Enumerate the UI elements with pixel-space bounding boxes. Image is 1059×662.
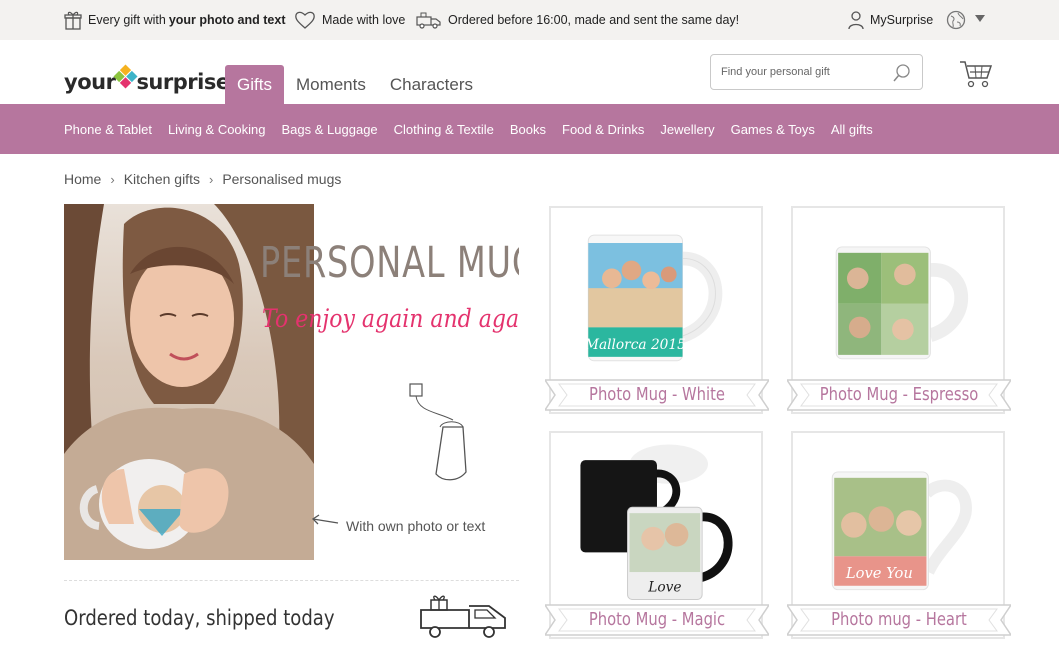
- mug-print-text: Love: [647, 580, 681, 596]
- product-ribbon: Photo Mug - White: [545, 378, 769, 412]
- user-icon: [848, 11, 864, 30]
- product-image: Love: [580, 444, 733, 600]
- usp-photo-text: Every gift with your photo and text: [64, 0, 285, 40]
- divider: [64, 580, 519, 581]
- mug-print-text: Love You: [845, 565, 913, 582]
- product-name: Photo Mug - White: [589, 384, 725, 405]
- category-nav: Phone & Tablet Living & Cooking Bags & L…: [0, 104, 1059, 154]
- category-books[interactable]: Books: [510, 122, 546, 137]
- category-living-cooking[interactable]: Living & Cooking: [168, 122, 266, 137]
- product-image: Mallorca 2015: [584, 234, 723, 362]
- shipped-today-text: Ordered today, shipped today: [64, 606, 335, 630]
- delivery-truck-icon: [416, 12, 441, 29]
- breadcrumb-current: Personalised mugs: [222, 171, 342, 187]
- usp-ordered: Ordered before 16:00, made and sent the …: [416, 0, 739, 40]
- hero-title: PERSONAL MUG: [260, 238, 519, 288]
- mug-print-text: Mallorca 2015: [584, 337, 686, 353]
- product-name: Photo Mug - Espresso: [819, 384, 979, 405]
- usp-made-with-love: Made with love: [294, 0, 405, 40]
- account-label: MySurprise: [870, 13, 934, 27]
- logo-text-your: your: [64, 70, 116, 94]
- usp-bar: Every gift with your photo and text Made …: [0, 0, 1059, 40]
- search-input[interactable]: [721, 63, 881, 81]
- tab-characters[interactable]: Characters: [378, 65, 485, 104]
- breadcrumb-home[interactable]: Home: [64, 171, 101, 187]
- arrow-left-icon: [311, 514, 339, 525]
- product-ribbon: Photo Mug - Magic: [545, 603, 769, 637]
- chevron-down-icon[interactable]: [975, 15, 985, 22]
- logo-mark: [113, 63, 138, 89]
- product-image: Love You: [831, 471, 972, 591]
- breadcrumb: Home › Kitchen gifts › Personalised mugs: [64, 171, 341, 187]
- breadcrumb-kitchen-gifts[interactable]: Kitchen gifts: [124, 171, 200, 187]
- product-ribbon: Photo Mug - Espresso: [787, 378, 1011, 412]
- category-phone-tablet[interactable]: Phone & Tablet: [64, 122, 152, 137]
- tab-moments[interactable]: Moments: [284, 65, 378, 104]
- hero-banner[interactable]: PERSONAL MUG To enjoy again and again Wi…: [64, 204, 519, 560]
- product-card-photo-mug-espresso[interactable]: Photo Mug - Espresso: [787, 206, 1011, 414]
- product-name: Photo Mug - Magic: [588, 609, 726, 630]
- search-box: [710, 54, 923, 90]
- usp-gift-prefix: Every gift with: [88, 13, 166, 27]
- usp-ordered-text: Ordered before 16:00, made and sent the …: [448, 13, 740, 27]
- category-games-toys[interactable]: Games & Toys: [731, 122, 815, 137]
- account-link[interactable]: MySurprise: [848, 0, 933, 40]
- teabag-doodle-icon: [409, 383, 467, 481]
- heart-icon: [295, 11, 315, 29]
- usp-gift-bold: your photo and text: [168, 13, 286, 27]
- gift-truck-icon: [420, 595, 506, 638]
- product-card-photo-mug-heart[interactable]: Love You Photo mug - Heart: [787, 431, 1011, 639]
- category-all-gifts[interactable]: All gifts: [831, 122, 873, 137]
- globe-icon[interactable]: [946, 10, 966, 30]
- product-ribbon: Photo mug - Heart: [787, 603, 1011, 637]
- tab-gifts[interactable]: Gifts: [225, 65, 284, 104]
- search-icon[interactable]: [892, 63, 912, 83]
- product-image: [835, 246, 969, 360]
- chevron-right-icon: ›: [110, 171, 115, 187]
- usp-love-text: Made with love: [322, 13, 406, 27]
- product-name: Photo mug - Heart: [831, 609, 967, 630]
- gift-icon: [64, 11, 82, 30]
- main-tabs: Gifts Moments Characters: [225, 65, 485, 104]
- logo-text-surprise: surprise: [136, 70, 230, 94]
- category-bags-luggage[interactable]: Bags & Luggage: [282, 122, 378, 137]
- cart-icon[interactable]: [959, 59, 993, 89]
- chevron-right-icon: ›: [208, 171, 214, 187]
- product-card-photo-mug-white[interactable]: Mallorca 2015 Photo Mug - White: [545, 206, 769, 414]
- hero-subtitle: To enjoy again and again: [262, 304, 519, 333]
- category-clothing-textile[interactable]: Clothing & Textile: [394, 122, 494, 137]
- hero-note: With own photo or text: [346, 518, 486, 534]
- logo[interactable]: your surprise: [64, 63, 230, 98]
- product-card-photo-mug-magic[interactable]: Love Photo Mug - Magic: [545, 431, 769, 639]
- category-jewellery[interactable]: Jewellery: [660, 122, 714, 137]
- category-food-drinks[interactable]: Food & Drinks: [562, 122, 644, 137]
